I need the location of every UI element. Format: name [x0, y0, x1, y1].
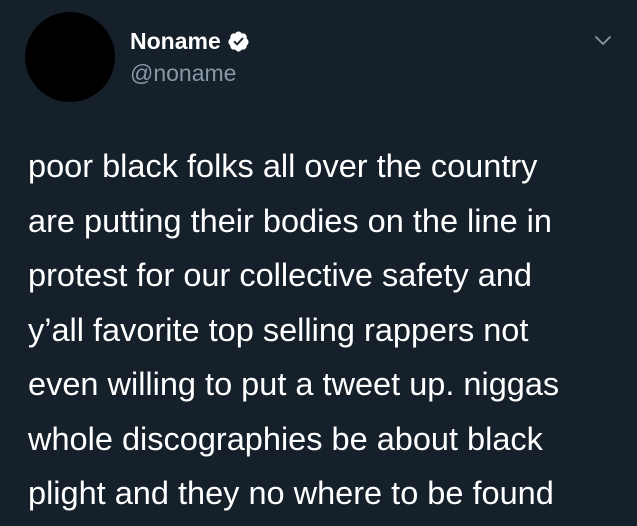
- tweet-text-line: y’all favorite top selling rappers not: [28, 311, 529, 348]
- chevron-down-icon[interactable]: [592, 30, 614, 52]
- tweet-text: poor black folks all over the country ar…: [28, 139, 628, 521]
- display-name[interactable]: Noname: [130, 28, 221, 55]
- tweet-text-line: whole discographies be about black: [28, 420, 543, 457]
- tweet-card: Noname @noname poor black folks all over…: [0, 0, 637, 526]
- tweet-text-line: poor black folks all over the country: [28, 148, 538, 184]
- tweet-text-line: plight and they no where to be found: [28, 475, 554, 511]
- avatar[interactable]: [25, 12, 115, 102]
- tweet-text-line: protest for our collective safety and: [28, 257, 533, 293]
- handle[interactable]: @noname: [130, 58, 250, 88]
- verified-badge-icon: [227, 30, 250, 53]
- tweet-text-line: are putting their bodies on the line in: [28, 202, 552, 239]
- tweet-text-line: even willing to put a tweet up. niggas: [28, 366, 560, 402]
- name-row: Noname: [130, 26, 250, 56]
- author-block: Noname @noname: [130, 26, 250, 88]
